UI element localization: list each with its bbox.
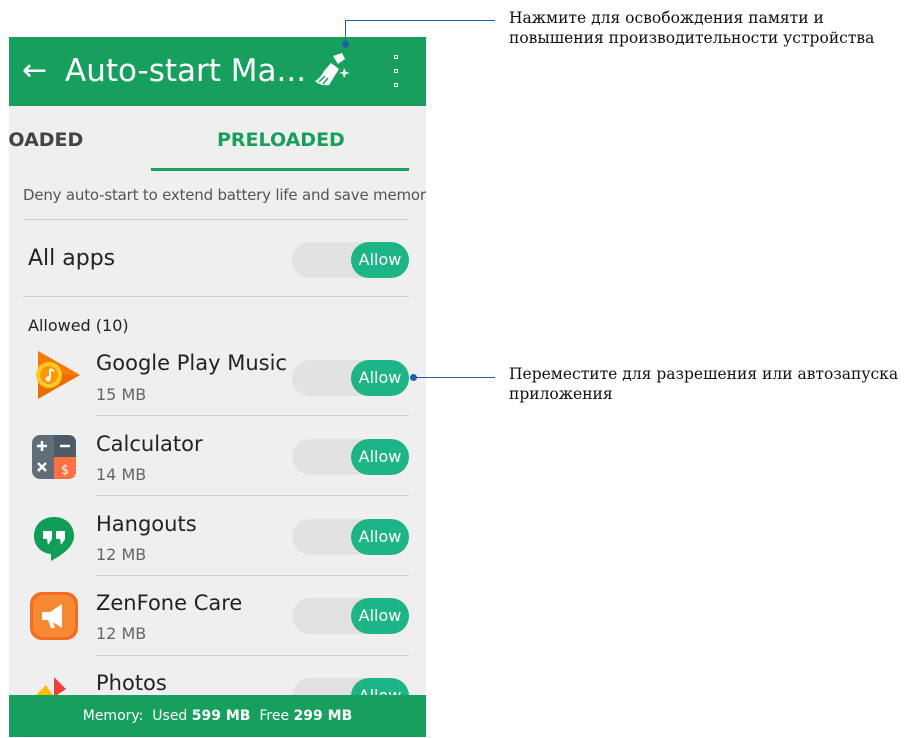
memory-used-value: 599 MB bbox=[191, 708, 251, 724]
memory-label: Memory: bbox=[82, 708, 144, 724]
svg-text:$: $ bbox=[61, 463, 69, 478]
app-toggle-zenfone-care[interactable]: Allow bbox=[292, 598, 409, 634]
app-name: Hangouts bbox=[96, 512, 197, 536]
app-name: Google Play Music bbox=[96, 351, 287, 375]
app-toggle-hangouts[interactable]: Allow bbox=[292, 519, 409, 555]
broom-icon[interactable] bbox=[311, 51, 351, 91]
callout-line-text: Нажмите для освобождения памяти и bbox=[509, 9, 824, 27]
callout-clean-memory: Нажмите для освобождения памяти и повыше… bbox=[509, 8, 874, 48]
app-name: Calculator bbox=[96, 432, 203, 456]
app-name: ZenFone Care bbox=[96, 591, 243, 615]
all-apps-toggle[interactable]: Allow bbox=[292, 242, 409, 278]
memory-free-value: 299 MB bbox=[293, 708, 353, 724]
callout-toggle-autostart: Переместите для разрешения или автозапус… bbox=[509, 364, 898, 404]
back-arrow-icon[interactable]: ← bbox=[22, 53, 50, 89]
toggle-thumb: Allow bbox=[351, 439, 409, 475]
all-apps-label: All apps bbox=[28, 246, 116, 271]
divider bbox=[96, 495, 409, 496]
callout-line-text: Переместите для разрешения или автозапус… bbox=[509, 365, 899, 383]
callout-line-text: приложения bbox=[509, 385, 613, 403]
google-play-music-icon bbox=[26, 347, 82, 403]
divider bbox=[96, 655, 409, 656]
tab-bar: LOADED PRELOADED bbox=[9, 106, 426, 174]
memory-free-label: Free bbox=[259, 708, 290, 724]
tab-indicator bbox=[151, 168, 409, 171]
page-title: Auto-start Ma... bbox=[65, 53, 307, 89]
memory-footer: Memory: Used 599 MB Free 299 MB bbox=[9, 695, 426, 737]
tab-downloaded[interactable]: LOADED bbox=[9, 128, 83, 152]
hint-text: Deny auto-start to extend battery life a… bbox=[23, 186, 426, 204]
callout-line bbox=[345, 20, 346, 44]
callout-line bbox=[345, 20, 495, 21]
toggle-thumb: Allow bbox=[351, 360, 409, 396]
more-options-icon[interactable] bbox=[391, 55, 401, 87]
app-bar: ← Auto-start Ma... bbox=[9, 37, 426, 106]
toggle-thumb: Allow bbox=[351, 519, 409, 555]
app-size: 14 MB bbox=[96, 465, 147, 484]
divider bbox=[96, 575, 409, 576]
divider bbox=[96, 415, 409, 416]
app-toggle-calculator[interactable]: Allow bbox=[292, 439, 409, 475]
tab-preloaded[interactable]: PRELOADED bbox=[217, 128, 345, 152]
app-toggle-google-play-music[interactable]: Allow bbox=[292, 360, 409, 396]
memory-used-label: Used bbox=[152, 708, 188, 724]
app-name: Photos bbox=[96, 671, 167, 695]
phone-screen: ← Auto-start Ma... LOADED PRELOADED Deny… bbox=[9, 37, 426, 737]
calculator-icon: $ bbox=[26, 429, 82, 485]
app-size: 12 MB bbox=[96, 545, 147, 564]
divider bbox=[23, 296, 409, 297]
toggle-thumb: Allow bbox=[351, 242, 409, 278]
callout-line-text: повышения производительности устройства bbox=[509, 29, 875, 47]
app-size: 15 MB bbox=[96, 385, 147, 404]
divider bbox=[23, 219, 409, 220]
toggle-thumb: Allow bbox=[351, 598, 409, 634]
allowed-section-header: Allowed (10) bbox=[28, 316, 129, 335]
hangouts-icon bbox=[26, 509, 82, 565]
callout-line bbox=[414, 377, 495, 378]
zenfone-care-icon bbox=[26, 588, 82, 644]
app-size: 12 MB bbox=[96, 624, 147, 643]
